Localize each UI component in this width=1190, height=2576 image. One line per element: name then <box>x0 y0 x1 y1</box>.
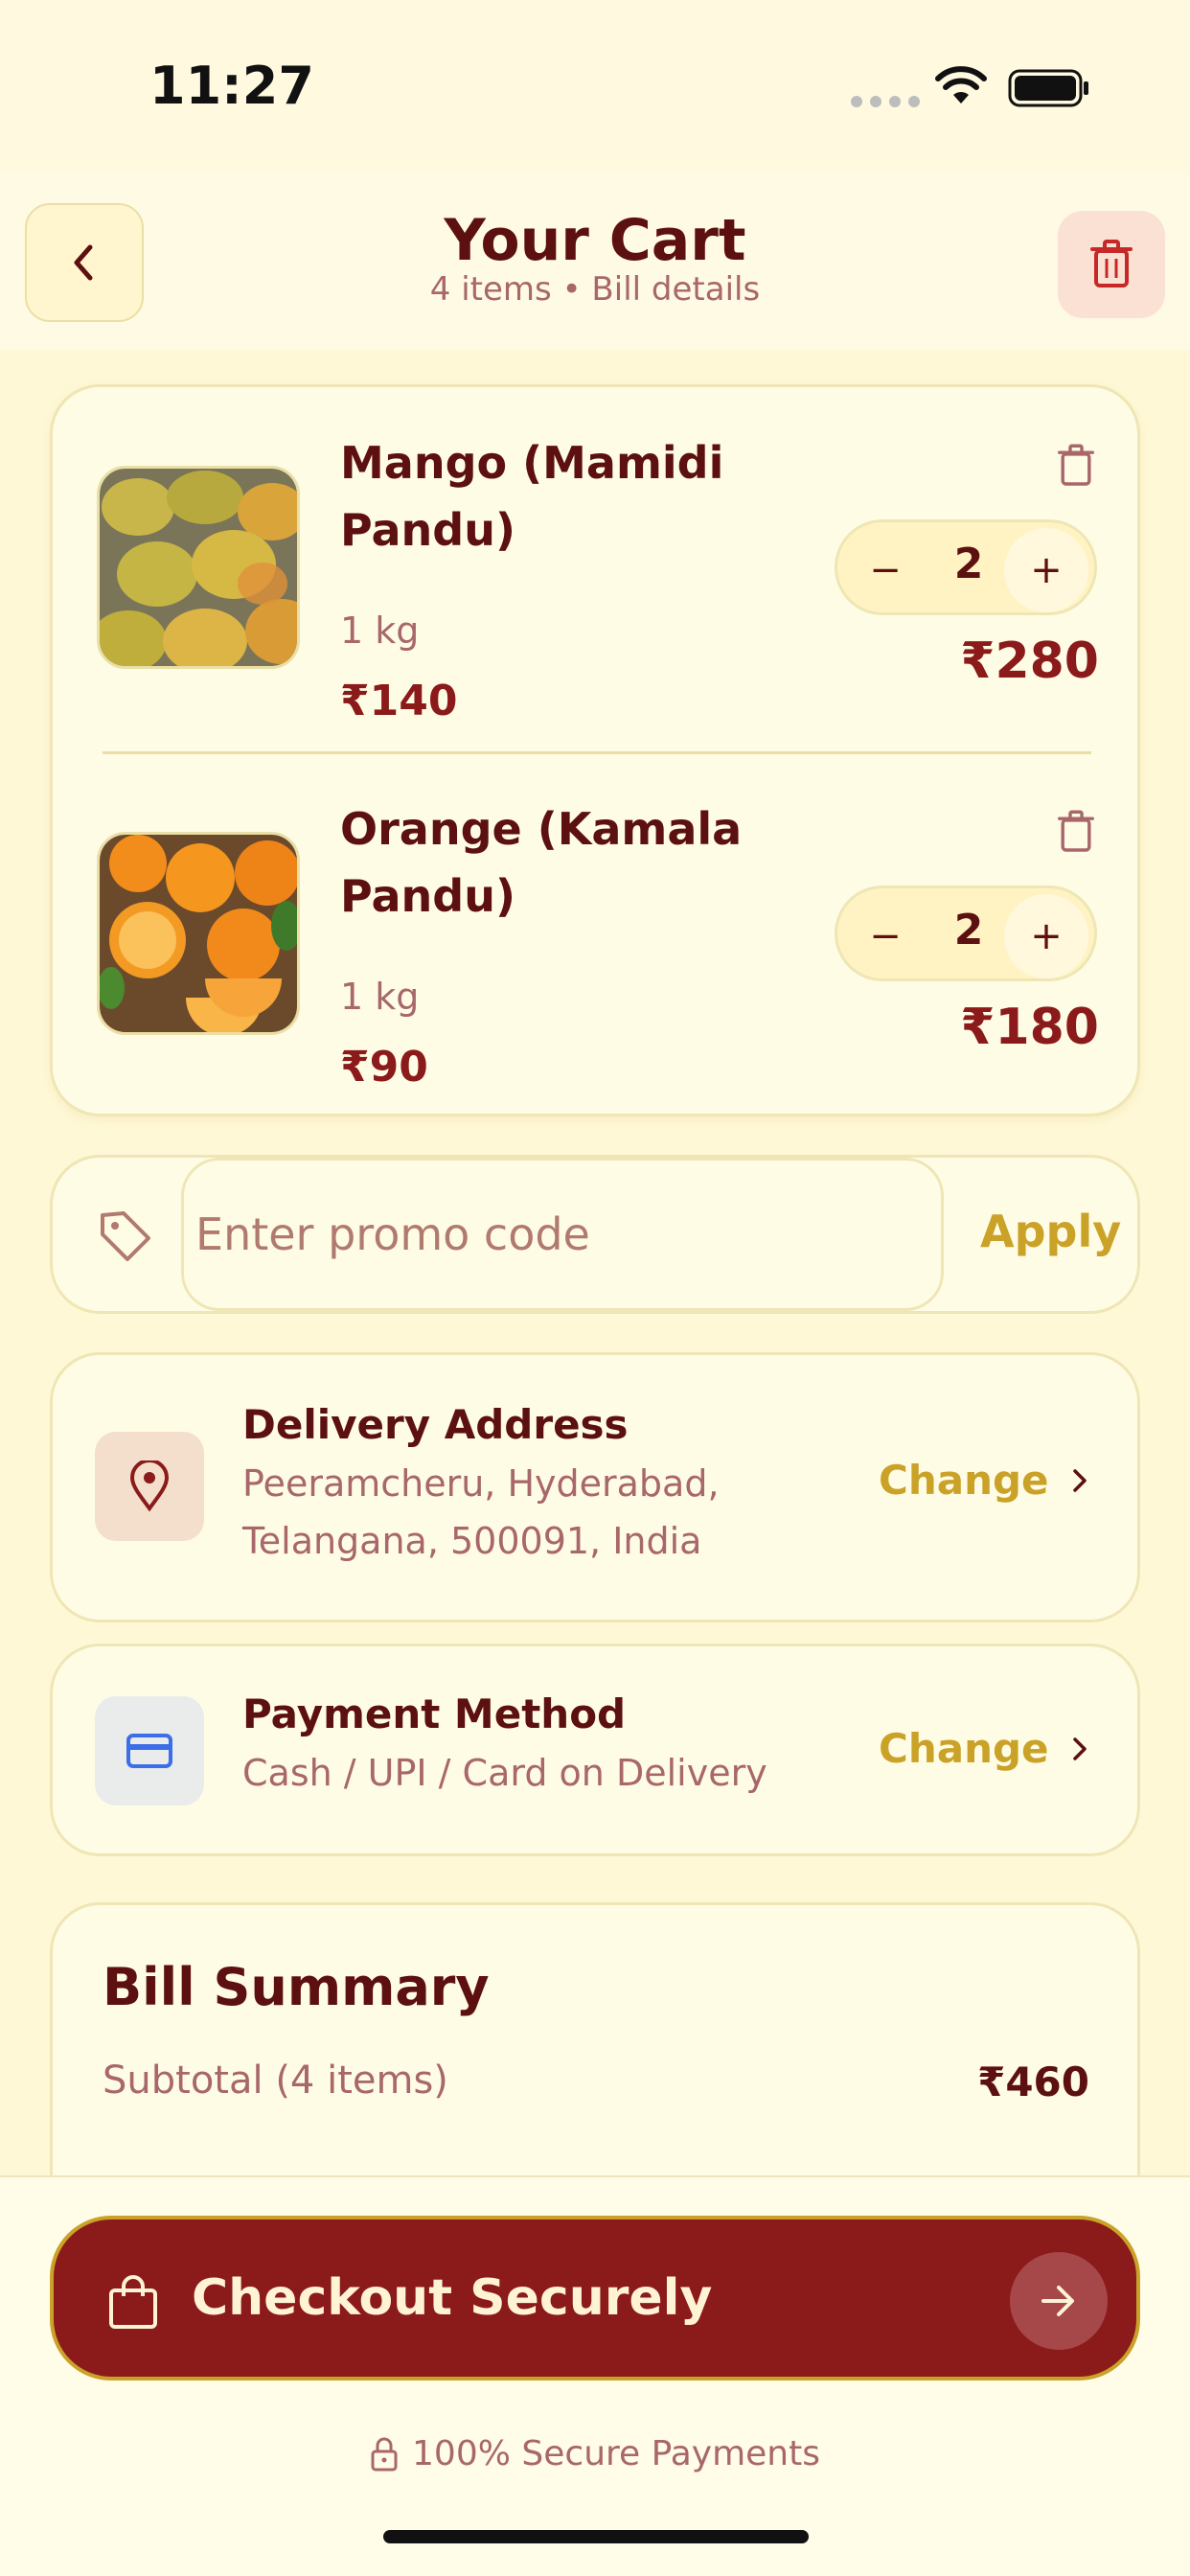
cart-item: Mango (Mamidi Pandu) 1 kg ₹140 − 2 + ₹28… <box>53 387 1143 742</box>
change-payment-button[interactable]: Change <box>879 1725 1089 1772</box>
delivery-address-card[interactable]: Delivery Address Peeramcheru, Hyderabad,… <box>50 1352 1140 1622</box>
change-label: Change <box>879 1725 1049 1772</box>
cart-screen: 11:27 Your Cart 4 items • Bill details M… <box>0 0 1190 2576</box>
item-total: ₹180 <box>960 999 1099 1056</box>
battery-icon <box>1008 69 1088 107</box>
item-unit: 1 kg <box>340 976 420 1018</box>
cart-content[interactable]: Mango (Mamidi Pandu) 1 kg ₹140 − 2 + ₹28… <box>0 350 1190 2286</box>
quantity-stepper: − 2 + <box>835 519 1097 615</box>
status-bar: 11:27 <box>0 0 1190 172</box>
credit-card-icon <box>95 1696 204 1806</box>
location-pin-icon <box>95 1432 204 1541</box>
item-total: ₹280 <box>960 632 1099 690</box>
arrow-right-icon <box>1010 2252 1108 2350</box>
lock-icon <box>371 2437 398 2471</box>
clear-cart-button[interactable] <box>1058 211 1165 318</box>
chevron-right-icon <box>1072 1736 1087 1760</box>
trash-icon <box>1090 240 1133 288</box>
apply-promo-button[interactable]: Apply <box>980 1206 1121 1257</box>
wifi-icon <box>935 66 987 104</box>
orange-image <box>97 832 300 1035</box>
delivery-address-line1: Peeramcheru, Hyderabad, <box>242 1462 720 1505</box>
secure-payments-text: 100% Secure Payments <box>412 2434 820 2473</box>
subtotal-value: ₹460 <box>977 2058 1089 2105</box>
bill-summary-title: Bill Summary <box>103 1957 490 2017</box>
secure-payments-note: 100% Secure Payments <box>0 2434 1190 2473</box>
item-price: ₹90 <box>340 1043 428 1092</box>
promo-code-input[interactable] <box>181 1158 944 1311</box>
item-name: Mango (Mamidi Pandu) <box>340 437 724 556</box>
quantity-stepper: − 2 + <box>835 886 1097 981</box>
mango-image <box>97 466 300 669</box>
checkout-button[interactable]: Checkout Securely <box>50 2216 1140 2380</box>
subtotal-label: Subtotal (4 items) <box>103 2058 448 2103</box>
chevron-right-icon <box>1072 1468 1087 1492</box>
remove-item-button[interactable] <box>1047 437 1105 494</box>
checkout-bar: Checkout Securely 100% Secure Payments <box>0 2175 1190 2576</box>
page-title: Your Cart <box>444 207 746 274</box>
change-address-button[interactable]: Change <box>879 1457 1089 1504</box>
item-price: ₹140 <box>340 677 458 725</box>
home-indicator[interactable] <box>383 2530 809 2543</box>
cart-items-card: Mango (Mamidi Pandu) 1 kg ₹140 − 2 + ₹28… <box>50 384 1140 1116</box>
increment-button[interactable]: + <box>1004 528 1088 612</box>
item-name: Orange (Kamala Pandu) <box>340 803 743 922</box>
delivery-title: Delivery Address <box>242 1401 629 1448</box>
tag-icon <box>101 1211 150 1261</box>
trash-icon <box>1058 810 1094 852</box>
page-subtitle: 4 items • Bill details <box>429 270 761 309</box>
cart-item: Orange (Kamala Pandu) 1 kg ₹90 − 2 + ₹18… <box>53 753 1143 1108</box>
payment-title: Payment Method <box>242 1690 627 1737</box>
change-label: Change <box>879 1457 1049 1504</box>
payment-subtitle: Cash / UPI / Card on Delivery <box>242 1752 767 1794</box>
checkout-label: Checkout Securely <box>192 2269 713 2327</box>
header: Your Cart 4 items • Bill details <box>0 172 1190 350</box>
remove-item-button[interactable] <box>1047 803 1105 861</box>
delivery-address-line2: Telangana, 500091, India <box>242 1520 702 1562</box>
increment-button[interactable]: + <box>1004 894 1088 978</box>
cellular-signal-icon <box>851 96 920 107</box>
shopping-bag-icon <box>109 2275 157 2329</box>
item-unit: 1 kg <box>340 610 420 652</box>
promo-card: Apply <box>50 1155 1140 1314</box>
status-time: 11:27 <box>149 56 314 116</box>
trash-icon <box>1058 444 1094 486</box>
payment-method-card[interactable]: Payment Method Cash / UPI / Card on Deli… <box>50 1644 1140 1856</box>
